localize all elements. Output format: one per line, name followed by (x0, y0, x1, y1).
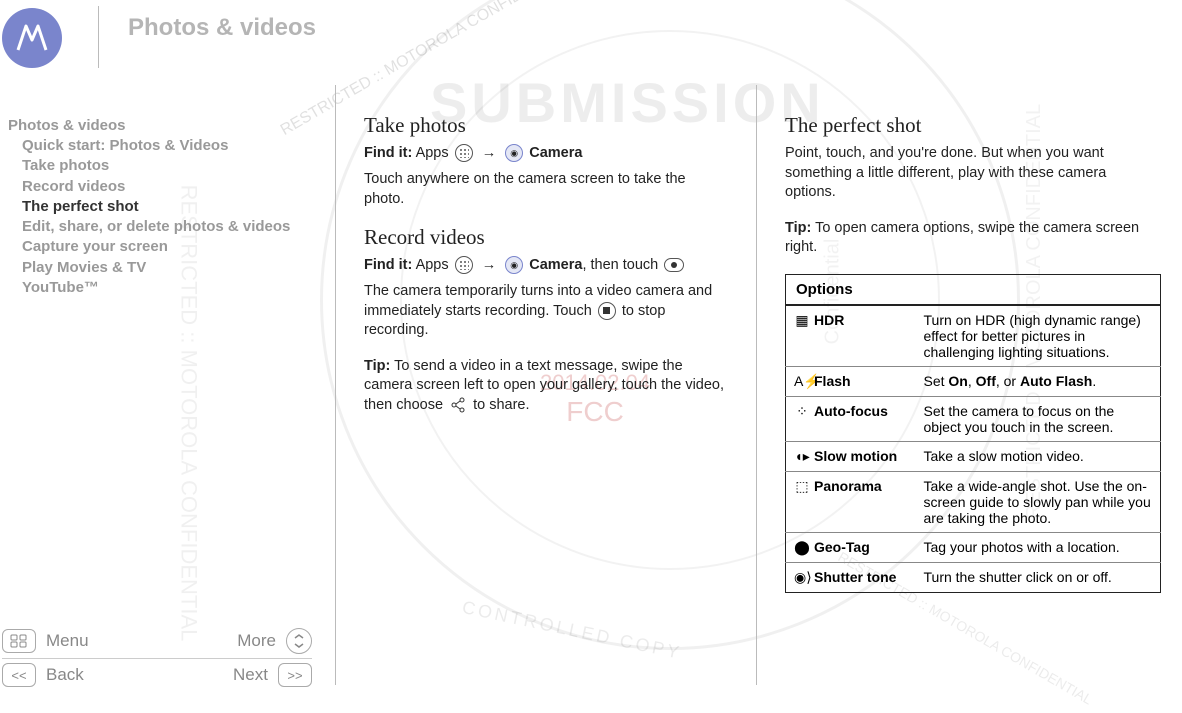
stop-icon (598, 302, 616, 320)
menu-label: Menu (46, 631, 89, 651)
motorola-logo (2, 8, 62, 68)
option-row-flash: A⚡Flash Set On, Off, or Auto Flash. (786, 366, 1161, 396)
option-row-hdr: ▦HDR Turn on HDR (high dynamic range) ef… (786, 305, 1161, 367)
option-row-geotag: ⬤Geo-Tag Tag your photos with a location… (786, 532, 1161, 562)
tip-open-options: Tip: To open camera options, swipe the c… (785, 219, 1161, 258)
nav-record-videos[interactable]: Record videos (8, 177, 325, 197)
shuttertone-icon: ◉⟩ (794, 569, 810, 586)
next-label: Next (233, 665, 268, 685)
nav-youtube[interactable]: YouTube™ (8, 278, 325, 298)
options-table: Options ▦HDR Turn on HDR (high dynamic r… (785, 274, 1161, 593)
find-it-record-videos: Find it: Apps → ◉ Camera, then touch (364, 256, 728, 274)
para-take-photo: Touch anywhere on the camera screen to t… (364, 170, 728, 209)
nav-quick-start[interactable]: Quick start: Photos & Videos (8, 136, 325, 156)
find-it-take-photos: Find it: Apps → ◉ Camera (364, 144, 728, 162)
menu-button[interactable]: Menu (2, 629, 89, 653)
more-button[interactable]: More (237, 628, 312, 654)
nav-take-photos[interactable]: Take photos (8, 156, 325, 176)
more-icon (286, 628, 312, 654)
camera-app-icon: ◉ (505, 256, 523, 274)
flash-icon: A⚡ (794, 373, 810, 390)
heading-take-photos: Take photos (364, 113, 728, 138)
heading-perfect-shot: The perfect shot (785, 113, 1161, 138)
option-row-shuttertone: ◉⟩Shutter tone Turn the shutter click on… (786, 562, 1161, 592)
nav-perfect-shot[interactable]: The perfect shot (8, 197, 325, 217)
share-icon (449, 396, 467, 414)
menu-icon (2, 629, 36, 653)
autofocus-icon: ⁘ (794, 403, 810, 420)
geotag-icon: ⬤ (794, 539, 810, 556)
nav-edit-share-delete[interactable]: Edit, share, or delete photos & videos (8, 217, 325, 237)
back-button[interactable]: << Back (2, 663, 84, 687)
header-divider (98, 6, 99, 68)
apps-icon (455, 144, 473, 162)
heading-record-videos: Record videos (364, 225, 728, 250)
option-row-slowmotion: ◖▸Slow motion Take a slow motion video. (786, 441, 1161, 471)
tip-send-video: Tip: To send a video in a text message, … (364, 357, 728, 416)
record-icon (664, 258, 684, 272)
option-row-panorama: ⬚Panorama Take a wide-angle shot. Use th… (786, 471, 1161, 532)
apps-icon (455, 256, 473, 274)
next-icon: >> (278, 663, 312, 687)
back-label: Back (46, 665, 84, 685)
para-perfect-intro: Point, touch, and you're done. But when … (785, 144, 1161, 203)
camera-app-icon: ◉ (505, 144, 523, 162)
next-button[interactable]: Next >> (233, 663, 312, 687)
page-title: Photos & videos (128, 14, 316, 42)
panorama-icon: ⬚ (794, 478, 810, 495)
back-icon: << (2, 663, 36, 687)
option-row-autofocus: ⁘Auto-focus Set the camera to focus on t… (786, 396, 1161, 441)
hdr-icon: ▦ (794, 312, 810, 329)
footer-nav: Menu More << Back Next >> (2, 624, 312, 691)
nav-play-movies[interactable]: Play Movies & TV (8, 258, 325, 278)
slowmotion-icon: ◖▸ (794, 448, 810, 465)
options-header: Options (786, 274, 1161, 305)
nav-section-title[interactable]: Photos & videos (8, 117, 325, 134)
nav-capture-screen[interactable]: Capture your screen (8, 237, 325, 257)
more-label: More (237, 631, 276, 651)
para-record-video: The camera temporarily turns into a vide… (364, 282, 728, 341)
